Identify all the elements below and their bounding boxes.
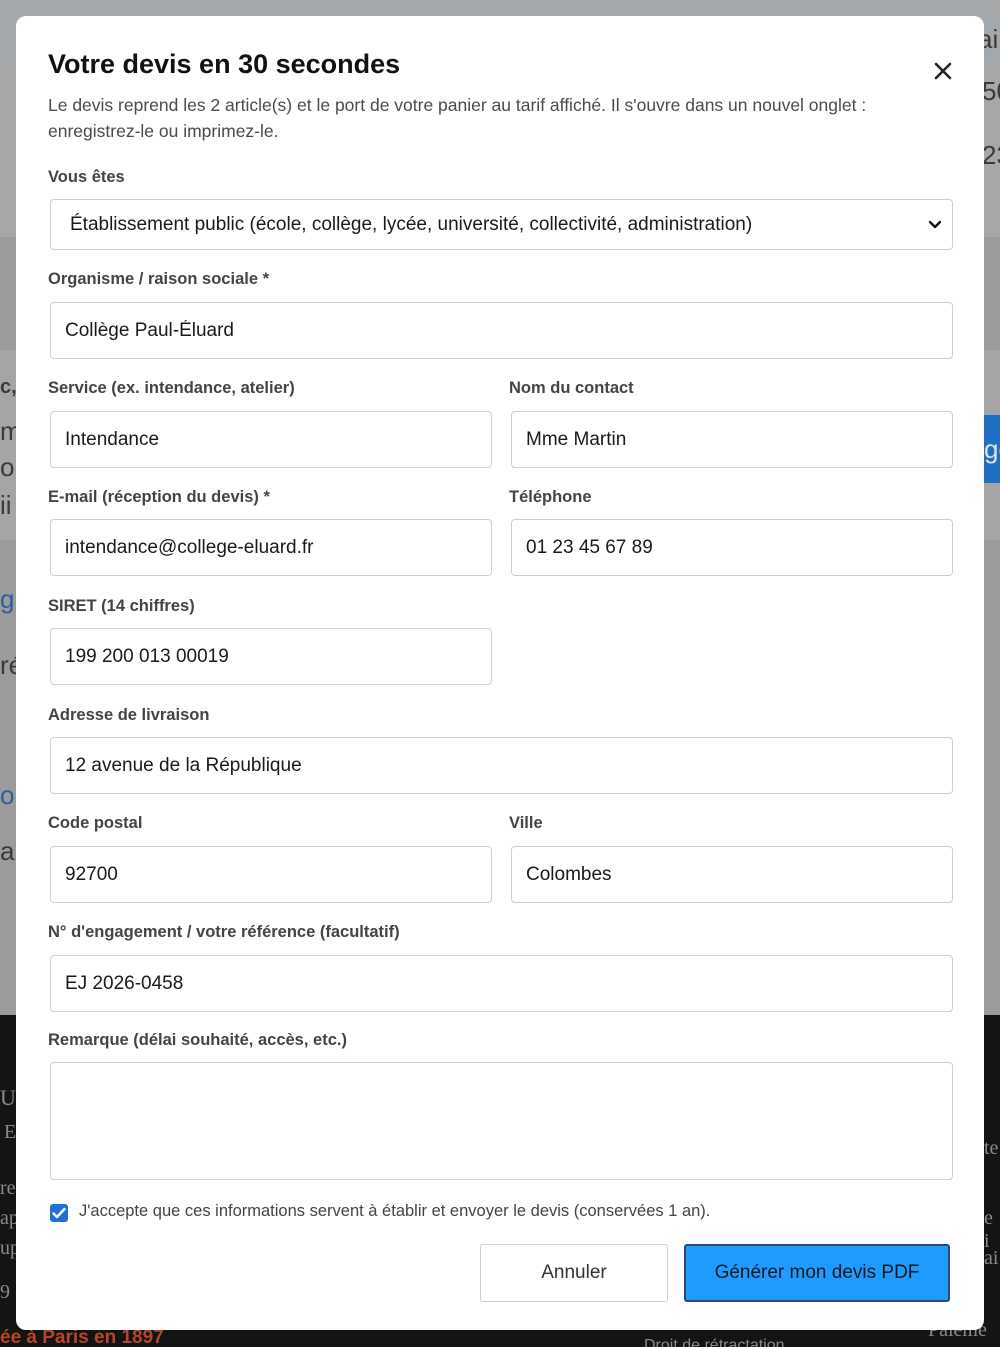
- type-label: Vous êtes: [48, 168, 125, 186]
- background-fragment: ii: [0, 490, 12, 520]
- footer-highlight: ée à Paris en 1897: [0, 1327, 164, 1347]
- cancel-button[interactable]: Annuler: [480, 1244, 668, 1302]
- footer-fragment: Droit de rétractation: [644, 1337, 785, 1347]
- organisation-input[interactable]: [50, 302, 953, 359]
- type-select-value: Établissement public (école, collège, ly…: [70, 213, 753, 235]
- footer-fragment: E: [4, 1121, 17, 1143]
- modal-title: Votre devis en 30 secondes: [48, 49, 401, 79]
- service-input[interactable]: [50, 411, 492, 468]
- footer-fragment: 9: [0, 1281, 10, 1303]
- siret-input[interactable]: [50, 628, 492, 685]
- remark-label: Remarque (délai souhaité, accès, etc.): [48, 1031, 347, 1049]
- city-input[interactable]: [511, 846, 953, 903]
- organisation-label: Organisme / raison sociale *: [48, 270, 270, 288]
- checkmark-icon: [52, 1207, 66, 1219]
- remark-textarea[interactable]: [50, 1062, 953, 1180]
- city-label: Ville: [509, 814, 543, 832]
- background-fragment: 23: [982, 140, 1000, 170]
- background-fragment: c,: [0, 376, 17, 398]
- footer-fragment: te: [984, 1137, 999, 1159]
- consent-label: J'accepte que ces informations servent à…: [79, 1202, 711, 1220]
- footer-fragment: re: [0, 1177, 16, 1199]
- background-fragment: o: [0, 452, 15, 482]
- postal-code-input[interactable]: [50, 846, 492, 903]
- close-icon: [934, 62, 952, 80]
- background-fragment: o: [0, 780, 15, 810]
- quote-modal: Votre devis en 30 secondes Le devis repr…: [16, 16, 984, 1330]
- consent-checkbox[interactable]: [50, 1204, 68, 1222]
- reference-label: N° d'engagement / votre référence (facul…: [48, 923, 400, 941]
- chevron-down-icon: [928, 220, 942, 228]
- address-label: Adresse de livraison: [48, 706, 210, 724]
- email-input[interactable]: [50, 519, 492, 576]
- email-label: E-mail (réception du devis) *: [48, 488, 270, 506]
- contact-input[interactable]: [511, 411, 953, 468]
- footer-fragment: ai: [984, 1247, 999, 1269]
- service-label: Service (ex. intendance, atelier): [48, 379, 295, 397]
- postal-label: Code postal: [48, 814, 143, 832]
- modal-description: Le devis reprend les 2 article(s) et le …: [48, 95, 867, 141]
- siret-label: SIRET (14 chiffres): [48, 597, 195, 615]
- background-fragment: 50: [982, 76, 1000, 106]
- phone-input[interactable]: [511, 519, 953, 576]
- generate-pdf-button[interactable]: Générer mon devis PDF: [684, 1244, 950, 1302]
- reference-input[interactable]: [50, 955, 953, 1012]
- background-fragment: g: [0, 584, 15, 614]
- contact-label: Nom du contact: [509, 379, 634, 397]
- background-fragment: ge: [984, 434, 1000, 464]
- type-select[interactable]: Établissement public (école, collège, ly…: [50, 199, 953, 250]
- address-input[interactable]: [50, 737, 953, 794]
- close-button[interactable]: [928, 56, 958, 86]
- phone-label: Téléphone: [509, 488, 592, 506]
